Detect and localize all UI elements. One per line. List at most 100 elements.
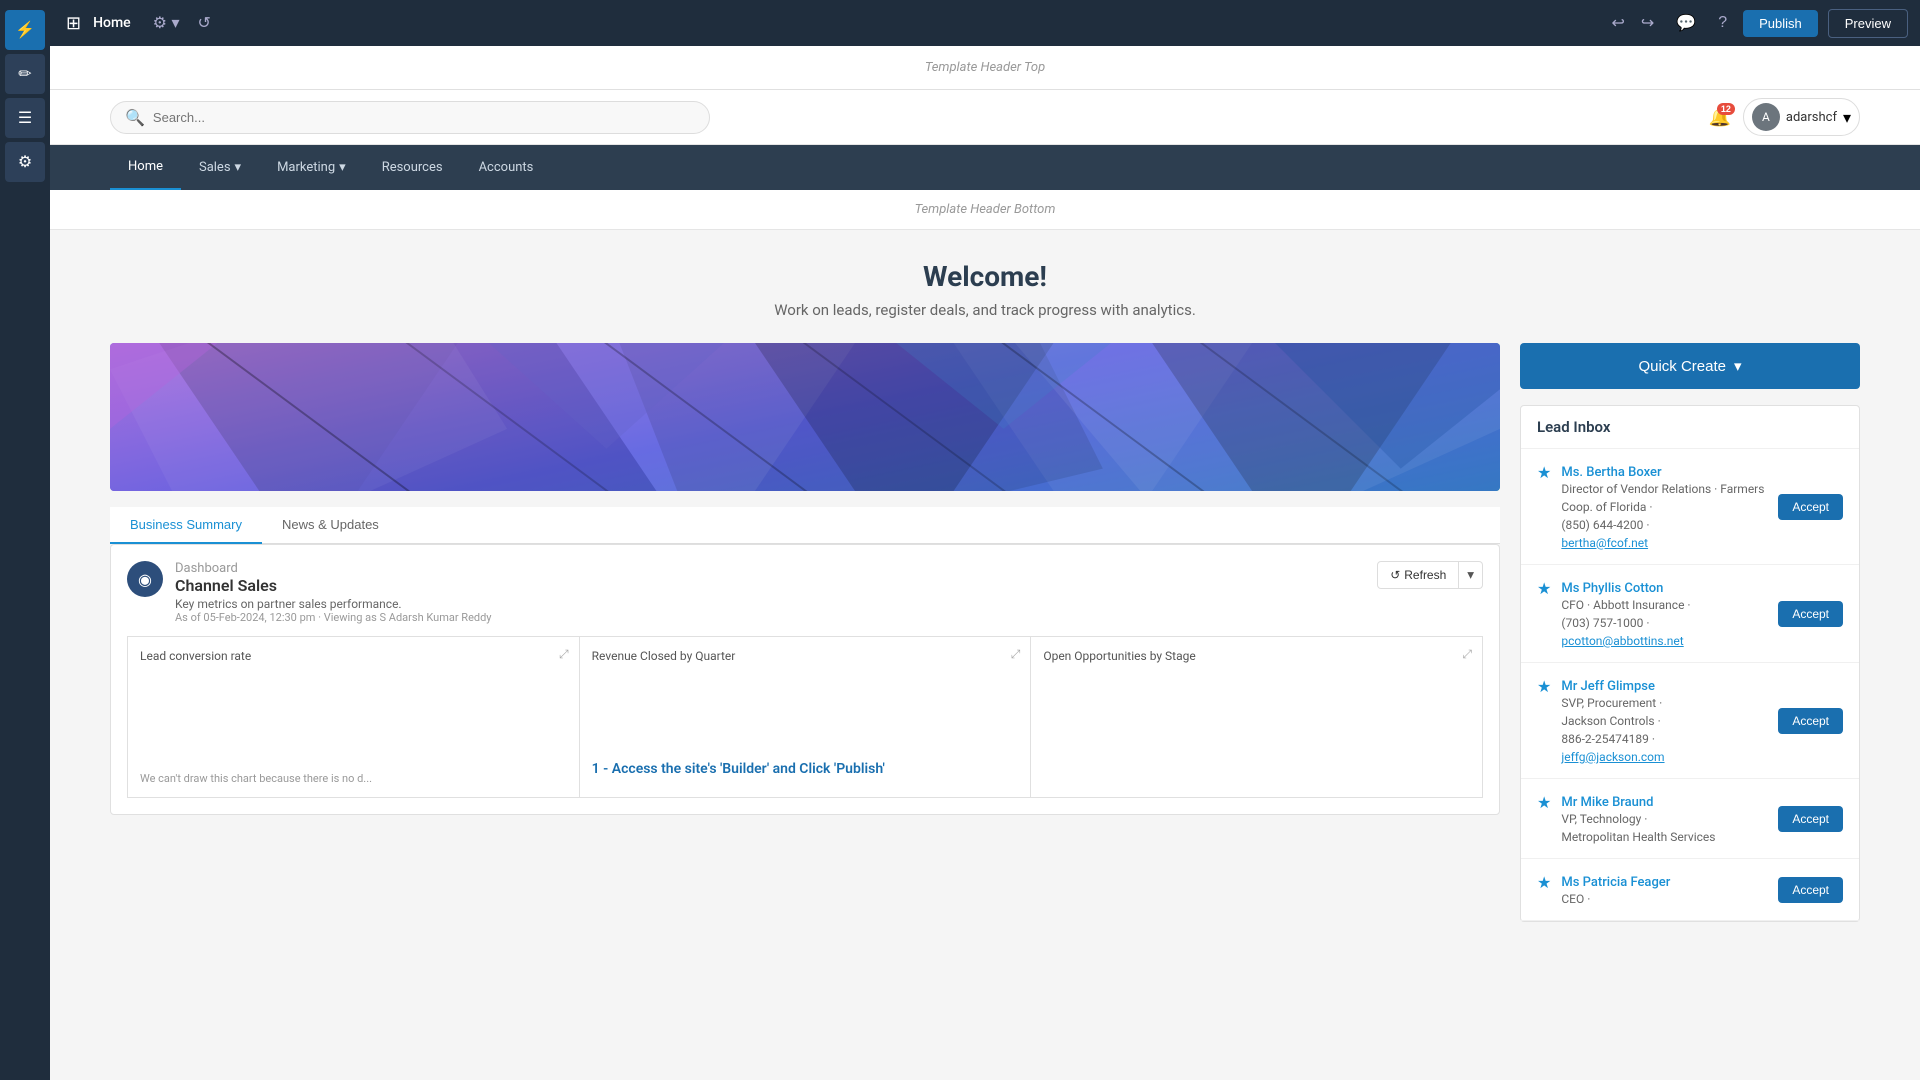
- right-panel: Quick Create ▾ Lead Inbox ★ Ms. Bertha B…: [1520, 343, 1860, 922]
- dashboard-description: Key metrics on partner sales performance…: [175, 597, 492, 611]
- redo-btn[interactable]: ↪: [1635, 9, 1660, 37]
- lead-email[interactable]: jeffg@jackson.com: [1561, 750, 1664, 764]
- settings-btn[interactable]: ⚙ ▾: [147, 9, 186, 37]
- top-bar-right: ↩ ↪ 💬 ? Publish Preview: [1605, 9, 1908, 38]
- dashboard-card: ◉ Dashboard Channel Sales Key metrics on…: [110, 544, 1500, 815]
- content-grid: Business Summary News & Updates ◉ Dashbo…: [110, 343, 1860, 922]
- nav-marketing[interactable]: Marketing ▾: [259, 146, 364, 189]
- pencil-sidebar-btn[interactable]: ✏: [5, 54, 45, 94]
- preview-button[interactable]: Preview: [1828, 9, 1908, 38]
- lead-detail: VP, Technology · Metropolitan Health Ser…: [1561, 810, 1768, 846]
- lead-inbox: Lead Inbox ★ Ms. Bertha Boxer Director o…: [1520, 405, 1860, 922]
- left-column: Business Summary News & Updates ◉ Dashbo…: [110, 343, 1500, 922]
- tab-business-summary[interactable]: Business Summary: [110, 507, 262, 544]
- chart-title: Lead conversion rate: [140, 649, 567, 663]
- chart-title: Revenue Closed by Quarter: [592, 649, 1019, 663]
- charts-grid: Lead conversion rate ⤢ We can't draw thi…: [127, 636, 1483, 798]
- lead-star-icon: ★: [1537, 579, 1551, 598]
- undo-btn[interactable]: ↩: [1605, 9, 1630, 37]
- hero-svg: [110, 343, 1500, 491]
- accept-button[interactable]: Accept: [1778, 494, 1843, 520]
- notification-badge: 12: [1717, 103, 1735, 115]
- dashboard-title-label: Dashboard: [175, 561, 492, 576]
- lead-email[interactable]: bertha@fcof.net: [1561, 536, 1648, 550]
- lead-detail: Director of Vendor Relations · Farmers C…: [1561, 480, 1768, 552]
- chart-opportunities: Open Opportunities by Stage ⤢: [1031, 637, 1482, 797]
- lead-name[interactable]: Ms Patricia Feager: [1561, 875, 1670, 890]
- dashboard-meta-info: Dashboard Channel Sales Key metrics on p…: [175, 561, 492, 624]
- nav-home[interactable]: Home: [110, 145, 181, 190]
- chevron-down-icon: ▾: [1843, 108, 1851, 127]
- lightning-sidebar-btn[interactable]: ⚡: [5, 10, 45, 50]
- tabs-header: Business Summary News & Updates: [110, 507, 1500, 544]
- accept-button[interactable]: Accept: [1778, 806, 1843, 832]
- lead-name[interactable]: Ms. Bertha Boxer: [1561, 465, 1661, 480]
- lead-item: ★ Mr Mike Braund VP, Technology · Metrop…: [1521, 779, 1859, 859]
- site-nav-bar: 🔍 🔔 12 A adarshcf ▾: [50, 90, 1920, 145]
- lead-name[interactable]: Ms Phyllis Cotton: [1561, 581, 1663, 596]
- lead-detail: CEO ·: [1561, 890, 1768, 908]
- accept-button[interactable]: Accept: [1778, 601, 1843, 627]
- search-input[interactable]: [153, 110, 695, 125]
- undo-redo-group: ↩ ↪: [1605, 9, 1660, 37]
- dashboard-icon: ◉: [127, 561, 163, 597]
- nav-resources[interactable]: Resources: [364, 146, 461, 189]
- publish-button[interactable]: Publish: [1743, 10, 1818, 37]
- welcome-subtitle: Work on leads, register deals, and track…: [110, 301, 1860, 319]
- template-header-top: Template Header Top: [50, 46, 1920, 90]
- tabs-section: Business Summary News & Updates ◉ Dashbo…: [110, 507, 1500, 815]
- gear-sidebar-btn[interactable]: ⚙: [5, 142, 45, 182]
- top-bar-actions: ⚙ ▾ ↺: [147, 9, 217, 37]
- grid-icon[interactable]: ⊞: [62, 9, 85, 38]
- dashboard-actions: ↺ Refresh ▾: [1377, 561, 1483, 589]
- chart-error-msg: We can't draw this chart because there i…: [140, 772, 567, 785]
- lead-inbox-title: Lead Inbox: [1521, 406, 1859, 449]
- refresh-button[interactable]: ↺ Refresh: [1377, 561, 1459, 589]
- chart-expand-btn[interactable]: ⤢: [559, 647, 569, 662]
- lead-info: Mr Jeff Glimpse SVP, Procurement · Jacks…: [1561, 675, 1768, 766]
- nav-accounts[interactable]: Accounts: [461, 146, 552, 189]
- lead-star-icon: ★: [1537, 793, 1551, 812]
- lead-detail: CFO · Abbott Insurance · (703) 757-1000 …: [1561, 596, 1768, 650]
- dashboard-card-header: ◉ Dashboard Channel Sales Key metrics on…: [127, 561, 1483, 624]
- lead-star-icon: ★: [1537, 873, 1551, 892]
- dashboard-meta: As of 05-Feb-2024, 12:30 pm · Viewing as…: [175, 611, 492, 624]
- welcome-title: Welcome!: [110, 260, 1860, 293]
- lead-name[interactable]: Mr Jeff Glimpse: [1561, 679, 1655, 694]
- nav-sales[interactable]: Sales ▾: [181, 146, 259, 189]
- tab-news-updates[interactable]: News & Updates: [262, 507, 399, 544]
- template-header-bottom: Template Header Bottom: [50, 190, 1920, 230]
- lead-name[interactable]: Mr Mike Braund: [1561, 795, 1653, 810]
- page-title: Home: [93, 15, 131, 31]
- lead-detail: SVP, Procurement · Jackson Controls · 88…: [1561, 694, 1768, 766]
- chevron-down-icon: ▾: [1734, 357, 1742, 375]
- search-icon: 🔍: [125, 108, 145, 127]
- accept-button[interactable]: Accept: [1778, 708, 1843, 734]
- lead-item: ★ Ms Phyllis Cotton CFO · Abbott Insuran…: [1521, 565, 1859, 663]
- refresh-group: ↺ Refresh ▾: [1377, 561, 1483, 589]
- chart-expand-btn[interactable]: ⤢: [1462, 647, 1472, 662]
- accept-button[interactable]: Accept: [1778, 877, 1843, 903]
- menu-sidebar-btn[interactable]: ☰: [5, 98, 45, 138]
- lead-info: Ms. Bertha Boxer Director of Vendor Rela…: [1561, 461, 1768, 552]
- lead-email[interactable]: pcotton@abbottins.net: [1561, 634, 1683, 648]
- refresh-dropdown-btn[interactable]: ▾: [1459, 561, 1483, 589]
- lead-star-icon: ★: [1537, 463, 1551, 482]
- main-content: Template Header Top 🔍 🔔 12 A adarshcf ▾ …: [50, 0, 1920, 1080]
- avatar: A: [1752, 103, 1780, 131]
- refresh-page-btn[interactable]: ↺: [192, 9, 217, 37]
- comment-btn[interactable]: 💬: [1670, 9, 1702, 37]
- search-bar[interactable]: 🔍: [110, 101, 710, 134]
- chart-lead-conversion: Lead conversion rate ⤢ We can't draw thi…: [128, 637, 579, 797]
- hero-image: [110, 343, 1500, 491]
- top-bar: ⊞ Home ⚙ ▾ ↺ ↩ ↪ 💬 ? Publish Preview: [50, 0, 1920, 46]
- help-btn[interactable]: ?: [1712, 10, 1733, 36]
- user-pill[interactable]: A adarshcf ▾: [1743, 98, 1860, 136]
- chart-expand-btn[interactable]: ⤢: [1011, 647, 1021, 662]
- lead-item: ★ Ms Patricia Feager CEO · Accept: [1521, 859, 1859, 921]
- chart-title: Open Opportunities by Stage: [1043, 649, 1470, 663]
- lead-star-icon: ★: [1537, 677, 1551, 696]
- page-body: Welcome! Work on leads, register deals, …: [50, 230, 1920, 952]
- quick-create-button[interactable]: Quick Create ▾: [1520, 343, 1860, 389]
- notification-btn[interactable]: 🔔 12: [1708, 107, 1730, 128]
